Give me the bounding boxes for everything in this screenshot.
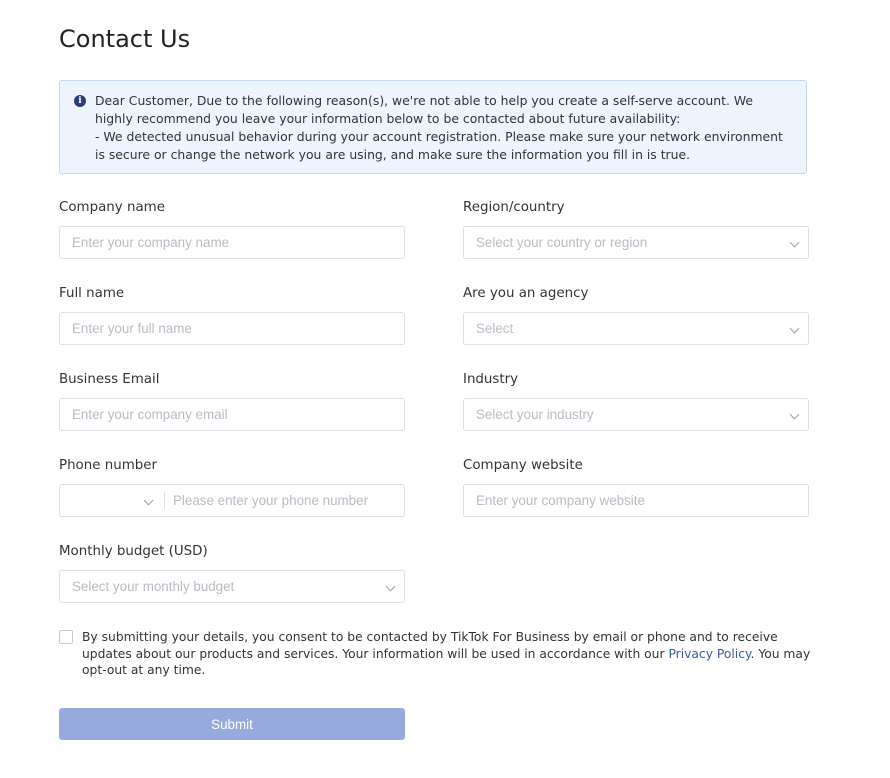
budget-select-placeholder: Select your monthly budget: [72, 579, 235, 594]
industry-label: Industry: [463, 372, 519, 387]
chevron-down-icon: [789, 409, 800, 420]
chevron-down-icon: [385, 581, 396, 592]
phone-field: Phone number Please enter your phone num…: [59, 456, 405, 517]
company-name-input[interactable]: Enter your company name: [59, 226, 405, 259]
privacy-policy-link[interactable]: Privacy Policy: [668, 647, 750, 661]
info-icon: i: [74, 95, 86, 107]
email-label: Business Email: [59, 372, 160, 387]
full-name-label: Full name: [59, 286, 125, 301]
region-select[interactable]: Select your country or region: [463, 226, 809, 259]
consent-checkbox[interactable]: [59, 630, 73, 644]
industry-select[interactable]: Select your industry: [463, 398, 809, 431]
region-field: Region/country Select your country or re…: [463, 198, 809, 259]
industry-field: Industry Select your industry: [463, 370, 809, 431]
company-name-label: Company name: [59, 200, 165, 215]
consent-section: By submitting your details, you consent …: [59, 629, 811, 679]
chevron-down-icon: [789, 323, 800, 334]
region-label: Region/country: [463, 200, 565, 215]
page-title: Contact Us: [59, 25, 191, 53]
submit-button[interactable]: Submit: [59, 708, 405, 740]
notice-reason: - We detected unusual behavior during yo…: [95, 129, 783, 162]
agency-label: Are you an agency: [463, 286, 589, 301]
email-input[interactable]: Enter your company email: [59, 398, 405, 431]
website-input[interactable]: Enter your company website: [463, 484, 809, 517]
region-select-placeholder: Select your country or region: [476, 235, 648, 250]
notice-banner: i Dear Customer, Due to the following re…: [59, 80, 807, 174]
phone-input[interactable]: Please enter your phone number: [173, 485, 368, 516]
email-field: Business Email Enter your company email: [59, 370, 405, 431]
budget-label: Monthly budget (USD): [59, 544, 208, 559]
website-label: Company website: [463, 458, 583, 473]
phone-country-code-select[interactable]: [60, 485, 164, 516]
phone-label: Phone number: [59, 458, 157, 473]
full-name-field: Full name Enter your full name: [59, 284, 405, 345]
full-name-input[interactable]: Enter your full name: [59, 312, 405, 345]
agency-field: Are you an agency Select: [463, 284, 809, 345]
budget-select[interactable]: Select your monthly budget: [59, 570, 405, 603]
consent-text: By submitting your details, you consent …: [82, 629, 811, 679]
chevron-down-icon: [789, 237, 800, 248]
website-field: Company website Enter your company websi…: [463, 456, 809, 517]
agency-select[interactable]: Select: [463, 312, 809, 345]
company-name-field: Company name Enter your company name: [59, 198, 405, 259]
chevron-down-icon: [143, 495, 154, 506]
industry-select-placeholder: Select your industry: [476, 407, 594, 422]
budget-field: Monthly budget (USD) Select your monthly…: [59, 542, 405, 603]
phone-control: Please enter your phone number: [59, 484, 405, 517]
phone-divider: [164, 492, 165, 509]
agency-select-placeholder: Select: [476, 321, 514, 336]
notice-message: Dear Customer, Due to the following reas…: [95, 93, 754, 126]
